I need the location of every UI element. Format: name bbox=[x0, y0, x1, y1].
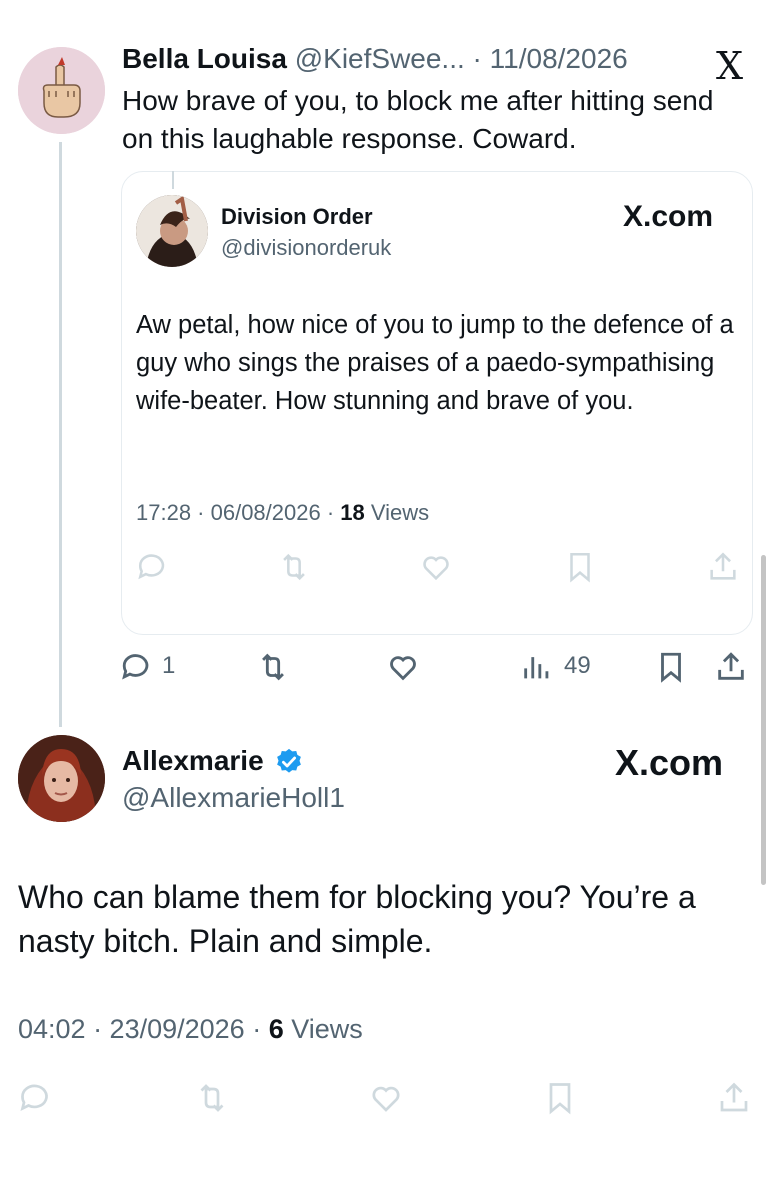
main-author-handle: @AllexmarieHoll1 bbox=[122, 782, 345, 813]
profile-photo-icon bbox=[136, 195, 208, 267]
reply-icon[interactable] bbox=[18, 1080, 54, 1116]
reply-text: How brave of you, to block me after hitt… bbox=[122, 85, 714, 154]
like-icon[interactable] bbox=[419, 550, 453, 584]
quote-author-name[interactable]: Division Order bbox=[221, 204, 373, 230]
verified-badge-icon bbox=[277, 748, 301, 773]
bookmark-icon[interactable] bbox=[563, 550, 597, 584]
reply-header: Bella Louisa @KiefSwee... · 11/08/2026 bbox=[122, 43, 628, 75]
quote-views-count: 18 bbox=[340, 500, 365, 525]
reply-icon[interactable] bbox=[136, 550, 170, 584]
bookmark-icon[interactable] bbox=[542, 1080, 578, 1116]
share-icon[interactable] bbox=[706, 550, 740, 584]
main-tweet-text: Who can blame them for blocking you? You… bbox=[18, 879, 696, 959]
reply-handle-date: @KiefSwee... · 11/08/2026 bbox=[294, 43, 628, 74]
retweet-icon[interactable] bbox=[277, 550, 311, 584]
main-views-count: 6 bbox=[268, 1014, 284, 1044]
avatar[interactable] bbox=[18, 735, 105, 822]
like-icon[interactable] bbox=[368, 1080, 404, 1116]
avatar[interactable] bbox=[18, 47, 105, 134]
main-time-date: 04:02 · 23/09/2026 · bbox=[18, 1014, 269, 1044]
scrollbar[interactable] bbox=[761, 555, 766, 885]
hand-emoji-avatar-icon bbox=[18, 47, 105, 134]
main-views-label: Views bbox=[283, 1014, 363, 1044]
views-icon[interactable] bbox=[520, 650, 554, 684]
main-site-logo: X.com bbox=[615, 742, 724, 783]
reply-author-name[interactable]: Bella Louisa bbox=[122, 43, 287, 74]
quote-meta: 17:28 · 06/08/2026 · 18 Views bbox=[136, 500, 429, 526]
avatar[interactable] bbox=[136, 195, 208, 267]
quote-author-handle: @divisionorderuk bbox=[221, 235, 392, 260]
reply-action-bar: 1 49 bbox=[120, 650, 752, 688]
reply-icon[interactable] bbox=[120, 650, 154, 684]
retweet-icon[interactable] bbox=[194, 1080, 230, 1116]
retweet-icon[interactable] bbox=[256, 650, 290, 684]
quote-thread-tick bbox=[172, 171, 174, 189]
main-tweet-meta: 04:02 · 23/09/2026 · 6 Views bbox=[18, 1014, 363, 1045]
main-action-bar bbox=[18, 1080, 758, 1118]
profile-photo-icon bbox=[18, 735, 105, 822]
quote-text: Aw petal, how nice of you to jump to the… bbox=[136, 311, 734, 415]
quote-action-bar bbox=[136, 550, 740, 586]
main-author-name[interactable]: Allexmarie bbox=[122, 745, 264, 777]
share-icon[interactable] bbox=[716, 1080, 752, 1116]
quote-views-label: Views bbox=[364, 500, 430, 525]
quote-site-logo: X.com bbox=[623, 200, 714, 233]
bookmark-icon[interactable] bbox=[654, 650, 688, 684]
thread-connector-line bbox=[59, 142, 62, 727]
share-icon[interactable] bbox=[714, 650, 748, 684]
views-count: 49 bbox=[564, 652, 591, 679]
reply-count: 1 bbox=[162, 652, 176, 679]
quote-time-date: 17:28 · 06/08/2026 · bbox=[136, 500, 341, 525]
like-icon[interactable] bbox=[386, 650, 420, 684]
